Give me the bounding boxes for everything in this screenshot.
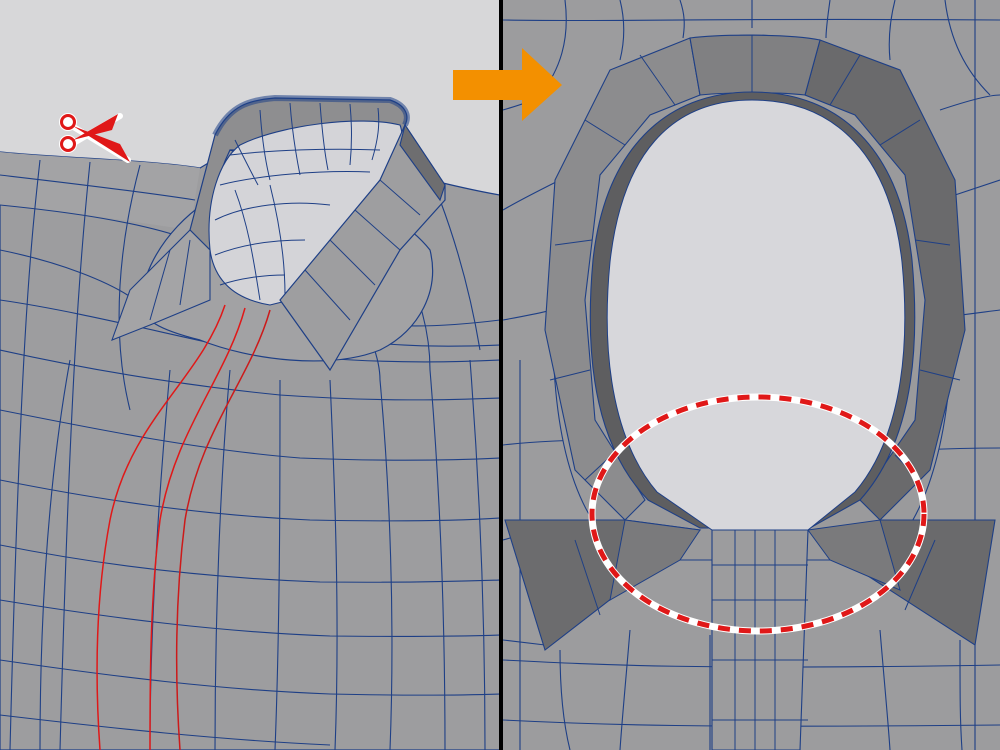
figure-canvas <box>0 0 1000 750</box>
comparison-figure <box>0 0 1000 750</box>
right-panel <box>503 0 1000 750</box>
neck-opening <box>606 99 906 531</box>
front-placket <box>711 529 809 750</box>
panel-divider <box>499 0 503 750</box>
left-panel <box>0 0 499 750</box>
arrow-tail <box>453 70 503 100</box>
